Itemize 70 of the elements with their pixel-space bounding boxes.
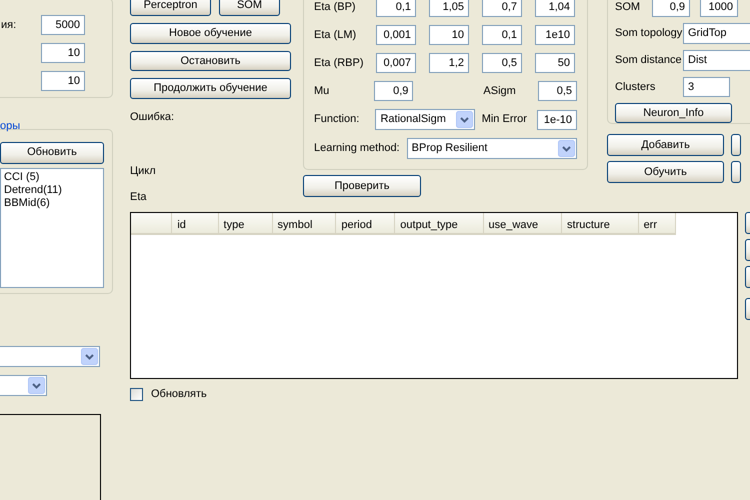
- param-label: Eta (BP): [314, 0, 357, 15]
- param-label: Eta (RBP): [314, 56, 365, 71]
- column-header: err: [638, 213, 676, 233]
- learning-method-dropdown[interactable]: BProp Resilient: [406, 138, 577, 159]
- param-label: Som topology: [615, 26, 683, 42]
- action-button[interactable]: Добавить: [607, 134, 724, 156]
- text-field[interactable]: 0,7: [482, 0, 522, 17]
- text-field[interactable]: 0,007: [376, 53, 416, 73]
- indicator-list[interactable]: CCI (5) Detrend(11) BBMid(6): [0, 168, 104, 288]
- list-item[interactable]: Detrend(11): [4, 184, 100, 196]
- topology-dropdown[interactable]: GridTop: [683, 23, 750, 44]
- text-field[interactable]: 0,5: [482, 53, 522, 73]
- text-field[interactable]: 10: [41, 71, 85, 91]
- status-label: Ошибка:: [130, 110, 176, 124]
- side-button[interactable]: [731, 134, 741, 156]
- dropdown[interactable]: [0, 346, 100, 366]
- training-button[interactable]: Продолжить обучение: [130, 78, 291, 98]
- text-field[interactable]: 1,05: [429, 0, 469, 17]
- check-button[interactable]: Проверить: [303, 175, 421, 197]
- text-field[interactable]: 10: [429, 25, 469, 45]
- text-field[interactable]: 1000: [700, 0, 738, 17]
- text-field[interactable]: 0,001: [376, 25, 416, 45]
- text-field[interactable]: 0,1: [376, 0, 416, 17]
- column-header: symbol: [272, 213, 336, 233]
- param-label: Min Error: [482, 112, 528, 128]
- text-field[interactable]: 0,9: [374, 81, 414, 101]
- column-header: use_wave: [484, 213, 562, 233]
- param-label: Clusters: [615, 80, 656, 95]
- status-label: Eta: [130, 190, 148, 204]
- column-header: structure: [562, 213, 639, 233]
- dropdown[interactable]: [0, 374, 47, 396]
- training-button[interactable]: Остановить: [130, 50, 291, 71]
- param-label: ASigm: [483, 84, 517, 99]
- param-label: Mu: [314, 84, 330, 99]
- status-label: Цикл: [130, 164, 157, 179]
- text-field[interactable]: 0,1: [482, 25, 522, 45]
- column-header: output_type: [395, 213, 484, 233]
- text-field[interactable]: 10: [41, 43, 85, 63]
- text-field[interactable]: 1,04: [535, 0, 575, 17]
- auto-update-checkbox[interactable]: Обновлять: [130, 386, 738, 402]
- column-header: period: [336, 213, 396, 233]
- param-label: Function:: [314, 112, 360, 128]
- text-field[interactable]: 1e-10: [537, 110, 577, 130]
- refresh-button[interactable]: Обновить: [0, 142, 104, 164]
- param-label: Som distance: [615, 53, 683, 68]
- param-label: SOM: [615, 0, 642, 15]
- checkbox[interactable]: [130, 388, 143, 401]
- function-dropdown[interactable]: RationalSigm: [375, 109, 475, 130]
- text-field[interactable]: 3: [683, 77, 730, 97]
- training-button[interactable]: Новое обучение: [130, 23, 291, 44]
- text-field[interactable]: 1e10: [535, 25, 575, 45]
- column-header: id: [172, 213, 219, 233]
- text-field[interactable]: 0,9: [652, 0, 690, 17]
- group-title: оры: [0, 119, 22, 134]
- action-button[interactable]: Обучить: [607, 161, 724, 183]
- text-field[interactable]: 5000: [41, 15, 85, 35]
- list-item[interactable]: CCI (5): [4, 170, 100, 184]
- list-item[interactable]: BBMid(6): [4, 196, 100, 210]
- text-field[interactable]: 1,2: [429, 53, 469, 73]
- field-label: ия:: [1, 18, 16, 33]
- param-label: Eta (LM): [314, 28, 358, 43]
- model-button[interactable]: Perceptron: [130, 0, 211, 16]
- model-button[interactable]: SOM: [219, 0, 280, 16]
- distance-dropdown[interactable]: Dist: [683, 50, 750, 71]
- side-button[interactable]: [731, 161, 741, 183]
- text-field[interactable]: 0,5: [538, 81, 577, 101]
- param-label: Learning method:: [314, 141, 401, 156]
- text-field[interactable]: 50: [535, 53, 575, 73]
- column-header: type: [218, 213, 273, 233]
- neuron-info-button[interactable]: Neuron_Info: [615, 103, 732, 123]
